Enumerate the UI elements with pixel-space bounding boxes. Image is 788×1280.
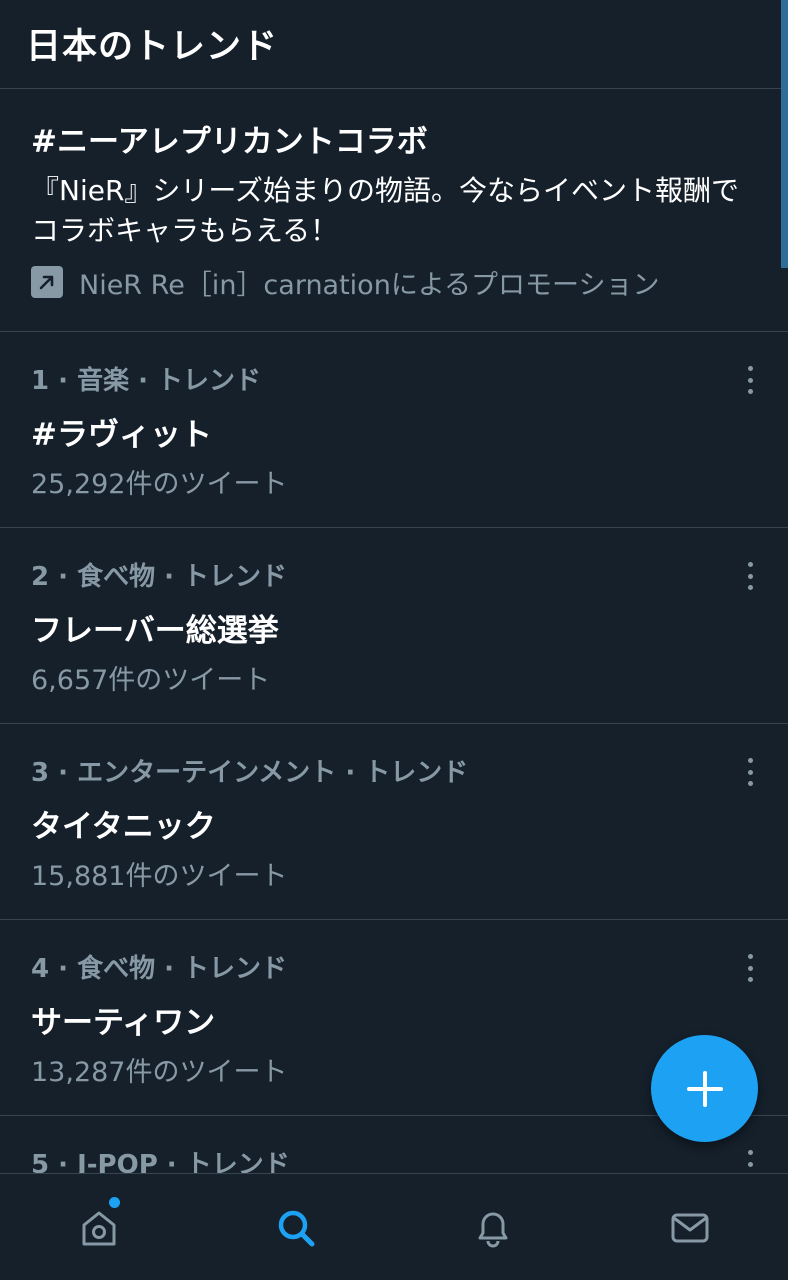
- trend-tweet-count: 13,287件のツイート: [31, 1057, 288, 1088]
- more-options-icon[interactable]: [740, 562, 760, 590]
- promo-description: 『NieR』シリーズ始まりの物語。今ならイベント報酬でコラボキャラもらえる！: [31, 174, 740, 247]
- more-options-icon[interactable]: [740, 366, 760, 394]
- top-header: 日本のトレンド: [0, 0, 788, 89]
- trend-tweet-count: 25,292件のツイート: [31, 469, 288, 500]
- home-icon: [82, 1211, 115, 1245]
- tab-home[interactable]: [0, 1174, 197, 1280]
- trend-tweet-count: 6,657件のツイート: [31, 665, 271, 696]
- trend-item[interactable]: 1 · 音楽 · トレンド #ラヴィット 25,292件のツイート: [0, 332, 788, 528]
- plus-icon: [686, 1070, 723, 1107]
- explore-trends-screen: 日本のトレンド #ニーアレプリカントコラボ 『NieR』シリーズ始まりの物語。今…: [0, 0, 788, 1280]
- promoted-trend[interactable]: #ニーアレプリカントコラボ 『NieR』シリーズ始まりの物語。今ならイベント報酬…: [0, 89, 788, 332]
- bell-icon: [478, 1212, 507, 1247]
- trend-meta: 1 · 音楽 · トレンド: [31, 366, 262, 396]
- tab-messages[interactable]: [591, 1174, 788, 1280]
- trend-name: #ラヴィット: [31, 417, 212, 453]
- tab-notifications[interactable]: [394, 1174, 591, 1280]
- more-options-icon[interactable]: [740, 954, 760, 982]
- trend-item[interactable]: 3 · エンターテインメント · トレンド タイタニック 15,881件のツイー…: [0, 724, 788, 920]
- promo-attribution: NieR Re［in］carnationによるプロモーション: [31, 264, 660, 301]
- promo-attribution-text: NieR Re［in］carnationによるプロモーション: [79, 269, 660, 301]
- compose-tweet-button[interactable]: [651, 1035, 758, 1142]
- notification-dot: [109, 1197, 120, 1208]
- trend-meta: 4 · 食べ物 · トレンド: [31, 954, 288, 984]
- tab-search[interactable]: [197, 1174, 394, 1280]
- bottom-tab-bar: [0, 1173, 788, 1280]
- trend-item[interactable]: 2 · 食べ物 · トレンド フレーバー総選挙 6,657件のツイート: [0, 528, 788, 724]
- search-icon: [278, 1210, 314, 1246]
- trend-name: フレーバー総選挙: [31, 613, 279, 649]
- trend-tweet-count: 15,881件のツイート: [31, 861, 288, 892]
- more-options-icon[interactable]: [740, 758, 760, 786]
- page-title: 日本のトレンド: [26, 27, 279, 67]
- promoted-arrow-icon: [31, 266, 63, 298]
- mail-icon: [671, 1213, 708, 1242]
- trend-name: サーティワン: [31, 1005, 216, 1041]
- trend-name: タイタニック: [31, 809, 216, 845]
- promo-title: #ニーアレプリカントコラボ: [31, 124, 428, 160]
- trend-meta: 3 · エンターテインメント · トレンド: [31, 758, 469, 788]
- trend-meta: 2 · 食べ物 · トレンド: [31, 562, 288, 592]
